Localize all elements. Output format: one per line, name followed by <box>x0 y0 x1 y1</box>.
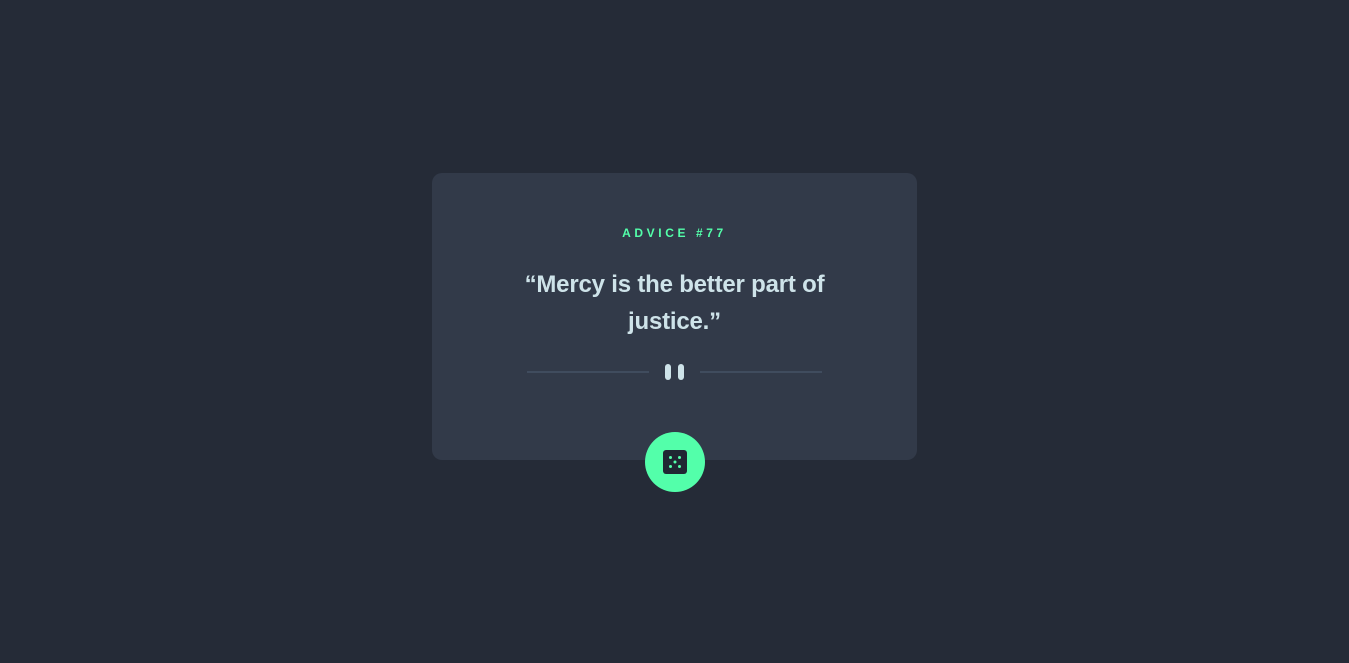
advice-number: ADVICE #77 <box>622 226 727 240</box>
divider-line-left <box>527 371 649 373</box>
advice-quote: “Mercy is the better part of justice.” <box>524 271 825 335</box>
divider-line-right <box>700 371 822 373</box>
pause-bar-left <box>665 364 671 380</box>
dice-icon <box>663 450 687 474</box>
page: ADVICE #77 “Mercy is the better part of … <box>0 0 1349 663</box>
pause-divider-icon <box>527 364 822 380</box>
pause-bar-right <box>678 364 684 380</box>
roll-advice-button[interactable] <box>645 432 705 492</box>
advice-card: ADVICE #77 “Mercy is the better part of … <box>432 173 917 460</box>
